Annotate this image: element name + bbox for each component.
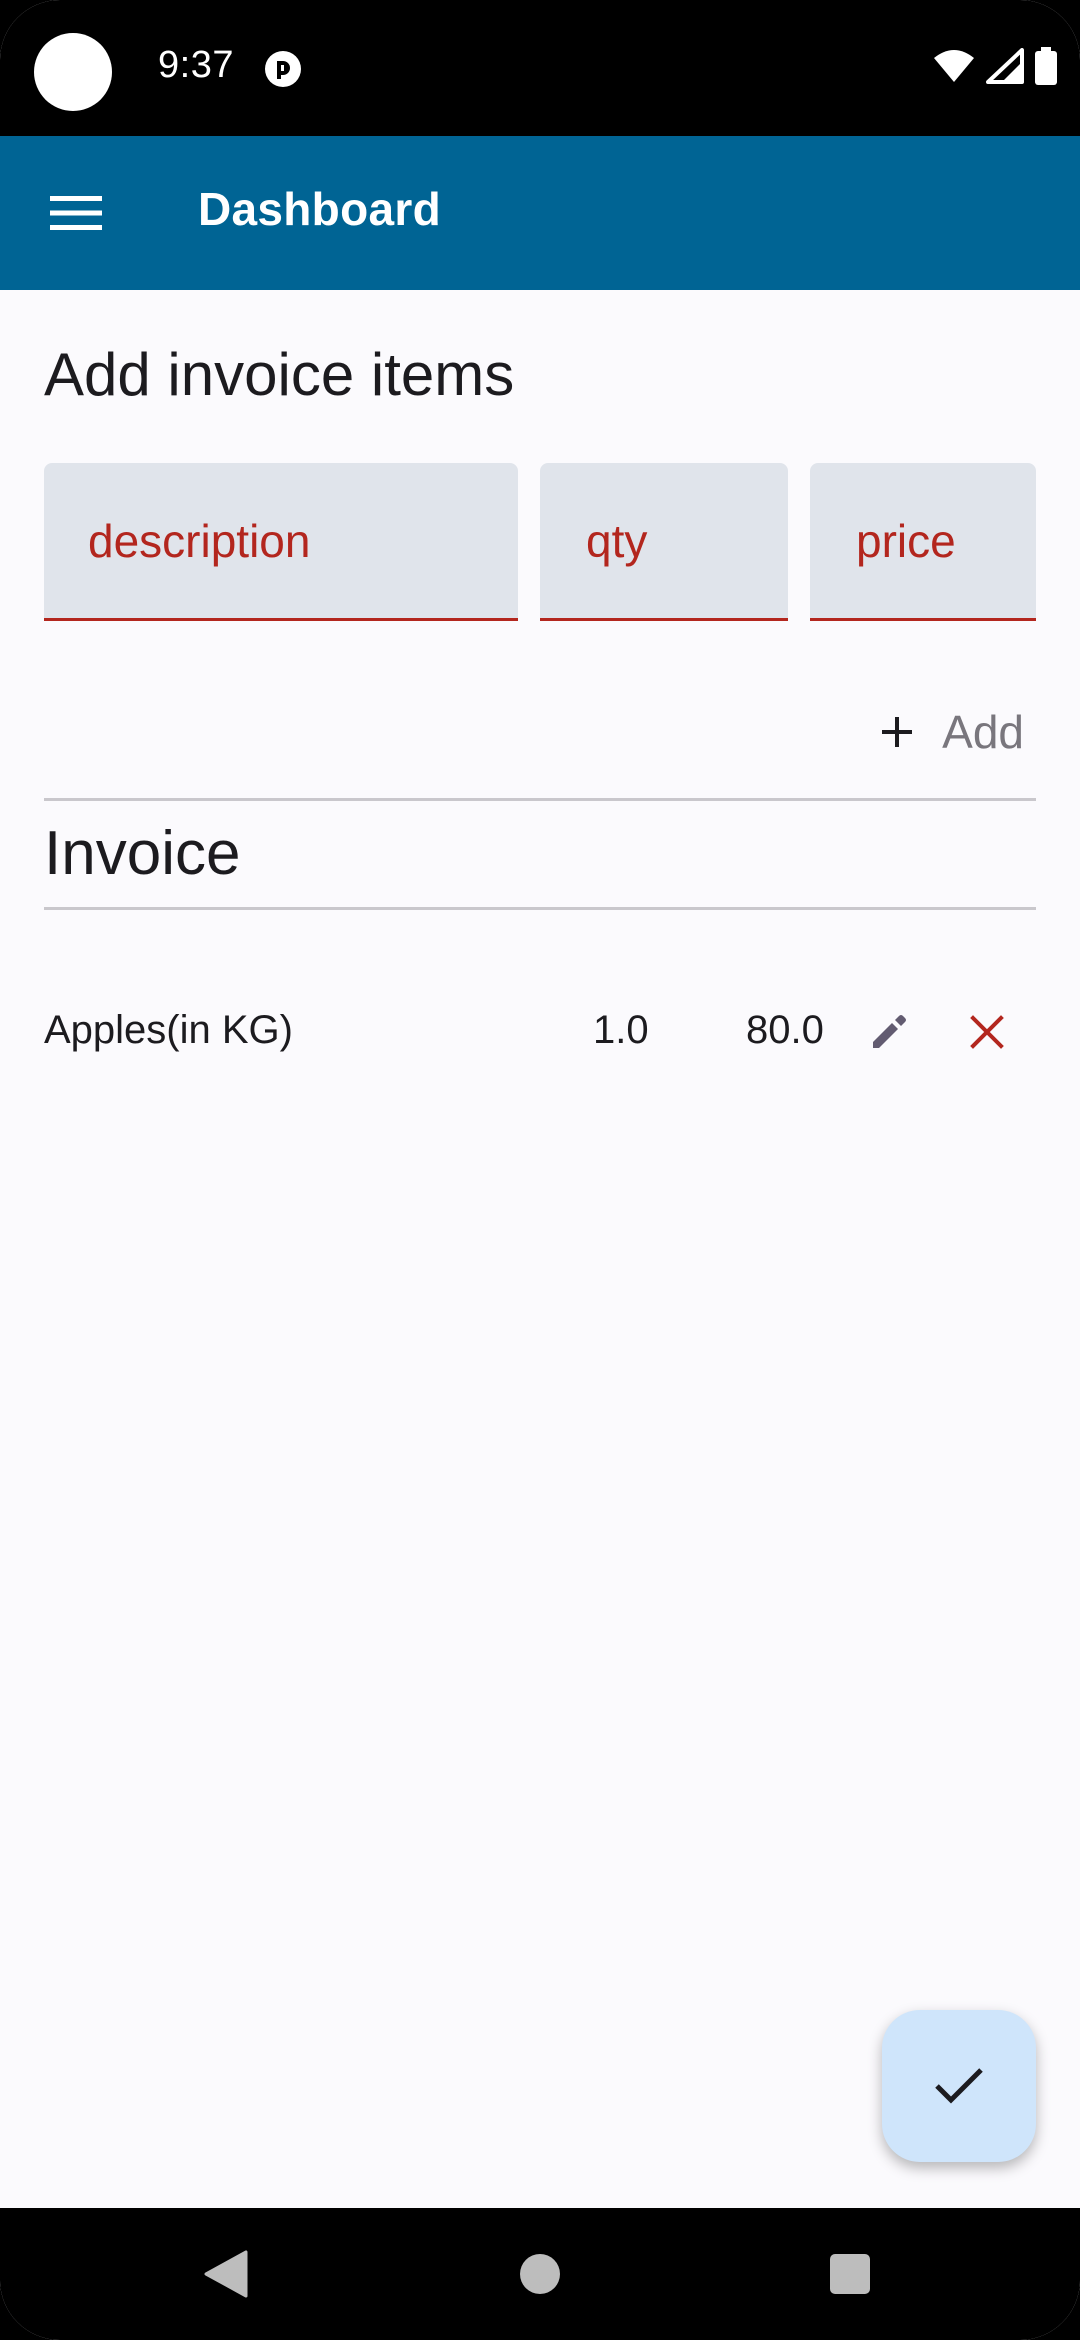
add-items-heading: Add invoice items [44, 341, 515, 408]
system-navigation-bar [0, 2208, 1080, 2340]
qty-input[interactable] [540, 463, 788, 618]
item-qty: 1.0 [593, 1008, 649, 1052]
battery-icon [1035, 47, 1057, 85]
hamburger-menu-icon [50, 196, 102, 230]
divider [44, 907, 1036, 910]
status-indicators [932, 46, 1058, 86]
delete-item-button[interactable] [955, 1000, 1019, 1064]
plus-icon [882, 717, 913, 747]
add-item-button[interactable]: Add [870, 696, 1034, 768]
top-app-bar: Dashboard [0, 136, 1080, 290]
wifi-icon [934, 50, 974, 82]
signal-icon [986, 48, 1024, 84]
nav-back-button[interactable] [166, 2208, 286, 2340]
divider [44, 798, 1036, 801]
check-icon [935, 2068, 983, 2104]
item-description: Apples(in KG) [44, 1008, 293, 1052]
description-input[interactable] [44, 463, 518, 618]
confirm-fab[interactable] [882, 2010, 1036, 2162]
status-time: 9:37 [158, 44, 234, 86]
pencil-icon [873, 1015, 906, 1048]
close-icon [970, 1015, 1004, 1049]
menu-button[interactable] [36, 176, 116, 250]
notification-app-icon [265, 51, 301, 87]
description-field[interactable] [44, 463, 518, 621]
price-field[interactable] [810, 463, 1036, 621]
nav-home-button[interactable] [480, 2208, 600, 2340]
item-price: 80.0 [746, 1008, 824, 1052]
app-bar-title: Dashboard [198, 183, 441, 235]
edit-item-button[interactable] [857, 1000, 921, 1064]
back-triangle-icon [204, 2250, 248, 2298]
price-input[interactable] [810, 463, 1036, 618]
invoice-item-row: Apples(in KG) 1.0 80.0 [0, 1000, 1080, 1070]
invoice-heading: Invoice [44, 819, 241, 888]
nav-recents-button[interactable] [790, 2208, 910, 2340]
recents-square-icon [830, 2254, 870, 2294]
qty-field[interactable] [540, 463, 788, 621]
home-circle-icon [520, 2254, 560, 2294]
status-bar: 9:37 [0, 0, 1080, 136]
camera-cutout [34, 33, 112, 111]
phone-screen: 9:37 Dashboard Add invoice items descrip… [0, 0, 1080, 2340]
add-button-label: Add [942, 706, 1024, 758]
